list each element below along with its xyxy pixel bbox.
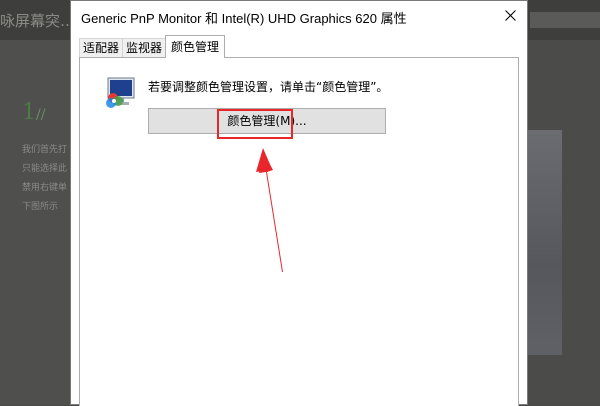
description-text: 若要调整颜色管理设置，请单击“颜色管理”。	[148, 80, 389, 94]
dialog-title: Generic PnP Monitor 和 Intel(R) UHD Graph…	[81, 11, 407, 26]
background-image	[528, 130, 562, 355]
step-slash: //	[36, 107, 46, 123]
background-step-number: 1//	[22, 100, 45, 125]
tab-panel-color-management: 若要调整颜色管理设置，请单击“颜色管理”。 颜色管理(M)...	[79, 57, 519, 406]
background-text-line: 下图所示	[22, 202, 59, 212]
monitor-color-icon	[106, 77, 135, 108]
background-text-line: 只能选择此	[22, 164, 68, 174]
background-page-title: 咏屏幕突…	[0, 12, 76, 30]
close-icon	[505, 10, 516, 21]
background-header-widget	[530, 12, 600, 28]
highlight-annotation-box	[217, 109, 293, 139]
dialog-title-bar[interactable]: Generic PnP Monitor 和 Intel(R) UHD Graph…	[71, 1, 527, 31]
tab-color-management[interactable]: 颜色管理	[165, 35, 225, 58]
tab-monitor[interactable]: 监视器	[122, 38, 166, 57]
background-text-line: 我们首先打	[22, 145, 68, 155]
background-text-line: 禁用右键单	[22, 183, 68, 193]
close-button[interactable]	[493, 1, 527, 29]
step-number: 1	[22, 100, 36, 125]
properties-dialog: Generic PnP Monitor 和 Intel(R) UHD Graph…	[70, 0, 528, 406]
tab-adapter[interactable]: 适配器	[79, 38, 123, 57]
background-left-column	[0, 40, 70, 405]
